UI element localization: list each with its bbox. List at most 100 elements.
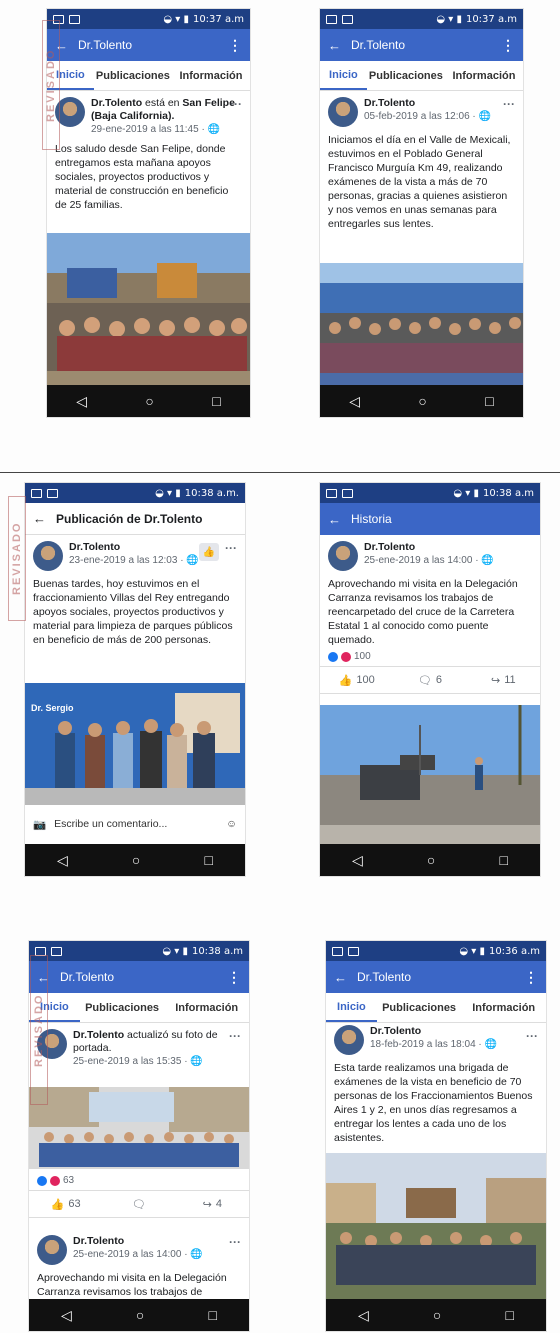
post: Dr.Tolento 05-feb-2019 a las 12:06 · 🌐 ·… — [320, 91, 523, 231]
triangle-back-icon[interactable]: ◁ — [352, 852, 363, 869]
triangle-back-icon[interactable]: ◁ — [349, 393, 360, 410]
post-photo[interactable] — [320, 263, 523, 393]
tab-info[interactable]: Información — [445, 61, 523, 90]
post-text: Iniciamos el día en el Valle de Mexicali… — [328, 134, 511, 230]
tab-posts[interactable]: Publicaciones — [367, 61, 445, 90]
tab-info[interactable]: Información — [461, 993, 546, 1022]
author-name[interactable]: Dr.Tolento — [73, 1235, 203, 1248]
author-name[interactable]: Dr.Tolento — [91, 97, 142, 109]
triangle-back-icon[interactable]: ◁ — [358, 1307, 369, 1324]
post: Dr.Tolento está en San Felipe (Baja Cali… — [47, 91, 250, 212]
post-options-icon[interactable]: ··· — [503, 97, 515, 111]
post-photo[interactable] — [47, 233, 250, 393]
phone-screenshot-5: ◒ ▾ ▮ 10:38 a.m ← Dr.Tolento ⋮ Inicio Pub… — [28, 940, 250, 1332]
tab-info[interactable]: Información — [164, 993, 249, 1022]
like-button[interactable]: 👍 63 — [29, 1191, 102, 1217]
circle-home-icon[interactable]: ○ — [132, 852, 140, 868]
tab-home[interactable]: Inicio — [320, 61, 367, 90]
status-bar: ◒ ▾ ▮ 10:38 a.m — [29, 941, 249, 961]
arrow-left-icon[interactable]: ← — [334, 970, 347, 985]
tab-posts[interactable]: Publicaciones — [377, 993, 462, 1022]
more-vertical-icon[interactable]: ⋮ — [227, 969, 241, 986]
author-name[interactable]: Dr.Tolento — [364, 541, 494, 554]
post-date: 23-ene-2019 a las 12:03 · 🌐 — [69, 554, 199, 567]
signal-icon: ◒ ▾ ▮ — [155, 487, 181, 499]
globe-icon: 🌐 — [190, 1249, 203, 1260]
arrow-left-icon[interactable]: ← — [33, 511, 46, 526]
android-nav-bar: ◁ ○ □ — [29, 1299, 249, 1331]
tab-posts[interactable]: Publicaciones — [94, 61, 172, 90]
like-button[interactable]: 👍 100 — [320, 667, 393, 693]
author-name[interactable]: Dr.Tolento — [73, 1029, 124, 1041]
cover-photo[interactable] — [29, 1087, 250, 1169]
comment-input[interactable]: Escribe un comentario... — [54, 818, 218, 830]
signal-icon: ◒ ▾ ▮ — [163, 13, 189, 25]
date-text: 25-ene-2019 a las 15:35 · — [73, 1056, 191, 1067]
tab-home[interactable]: Inicio — [326, 993, 377, 1022]
triangle-back-icon[interactable]: ◁ — [61, 1307, 72, 1324]
more-vertical-icon[interactable]: ⋮ — [501, 37, 515, 54]
author-name[interactable]: Dr.Tolento — [69, 541, 199, 554]
post-options-icon[interactable]: ··· — [230, 97, 242, 111]
post-options-icon[interactable]: ··· — [225, 541, 237, 555]
checkin-text: está en — [142, 97, 183, 109]
triangle-back-icon[interactable]: ◁ — [76, 393, 87, 410]
globe-icon: 🌐 — [481, 555, 494, 566]
circle-home-icon[interactable]: ○ — [427, 852, 435, 868]
profile-tabs: Inicio Publicaciones Información — [47, 61, 250, 91]
image-icon — [47, 488, 58, 498]
emoji-icon[interactable]: ☺ — [226, 818, 237, 830]
post-actions: 👍 63 🗨 ↪ 4 — [29, 1190, 249, 1218]
square-recent-icon[interactable]: □ — [485, 393, 493, 409]
tab-posts[interactable]: Publicaciones — [80, 993, 165, 1022]
post-photo[interactable] — [326, 1153, 547, 1301]
status-bar: ◒ ▾ ▮ 10:36 a.m — [326, 941, 546, 961]
comment-button[interactable]: 🗨 — [102, 1191, 175, 1217]
share-button[interactable]: ↪ 11 — [467, 667, 540, 693]
avatar[interactable] — [328, 541, 358, 571]
reaction-summary[interactable]: 63 — [29, 1171, 249, 1190]
square-recent-icon[interactable]: □ — [212, 393, 220, 409]
circle-home-icon[interactable]: ○ — [418, 393, 426, 409]
thumbs-up-icon[interactable]: 👍 — [199, 543, 219, 561]
post-options-icon[interactable]: ··· — [229, 1029, 241, 1043]
more-vertical-icon[interactable]: ⋮ — [524, 969, 538, 986]
post-options-icon[interactable]: ··· — [526, 1029, 538, 1043]
globe-icon: 🌐 — [478, 111, 491, 122]
camera-icon[interactable]: 📷 — [33, 818, 46, 831]
author-name[interactable]: Dr.Tolento — [370, 1025, 497, 1038]
post: Dr.Tolento actualizó su foto de portada.… — [29, 1023, 249, 1068]
post-photo[interactable]: Dr. Sergio — [25, 683, 246, 805]
app-bar: ← Dr.Tolento ⋮ — [47, 29, 250, 61]
square-recent-icon[interactable]: □ — [204, 852, 212, 868]
avatar[interactable] — [328, 97, 358, 127]
avatar[interactable] — [37, 1235, 67, 1265]
circle-home-icon[interactable]: ○ — [433, 1307, 441, 1323]
tab-info[interactable]: Información — [172, 61, 250, 90]
clock-text: 10:36 a.m — [488, 945, 540, 957]
reaction-summary[interactable]: 100 — [320, 647, 540, 666]
square-recent-icon[interactable]: □ — [208, 1307, 216, 1323]
post-options-icon[interactable]: ··· — [229, 1235, 241, 1249]
post-photo[interactable] — [320, 705, 541, 845]
square-recent-icon[interactable]: □ — [505, 1307, 513, 1323]
avatar[interactable] — [334, 1025, 364, 1055]
more-vertical-icon[interactable]: ⋮ — [228, 37, 242, 54]
arrow-left-icon[interactable]: ← — [328, 38, 341, 53]
share-icon: ↪ — [202, 1198, 212, 1211]
triangle-back-icon[interactable]: ◁ — [57, 852, 68, 869]
share-button[interactable]: ↪ 4 — [176, 1191, 249, 1217]
phone-screenshot-6: ◒ ▾ ▮ 10:36 a.m ← Dr.Tolento ⋮ Inicio Pub… — [325, 940, 547, 1332]
avatar[interactable] — [33, 541, 63, 571]
app-bar: ← Dr.Tolento ⋮ — [29, 961, 249, 993]
author-name[interactable]: Dr.Tolento — [364, 97, 491, 110]
comment-button[interactable]: 🗨 6 — [393, 667, 466, 693]
date-text: 25-ene-2019 a las 14:00 · — [73, 1249, 191, 1260]
square-recent-icon[interactable]: □ — [499, 852, 507, 868]
revisado-stamp: REVISADO — [30, 955, 48, 1105]
circle-home-icon[interactable]: ○ — [145, 393, 153, 409]
image-icon — [51, 946, 62, 956]
circle-home-icon[interactable]: ○ — [136, 1307, 144, 1323]
post-actions: 👍 100 🗨 6 ↪ 11 — [320, 666, 540, 694]
arrow-left-icon[interactable]: ← — [328, 512, 341, 527]
